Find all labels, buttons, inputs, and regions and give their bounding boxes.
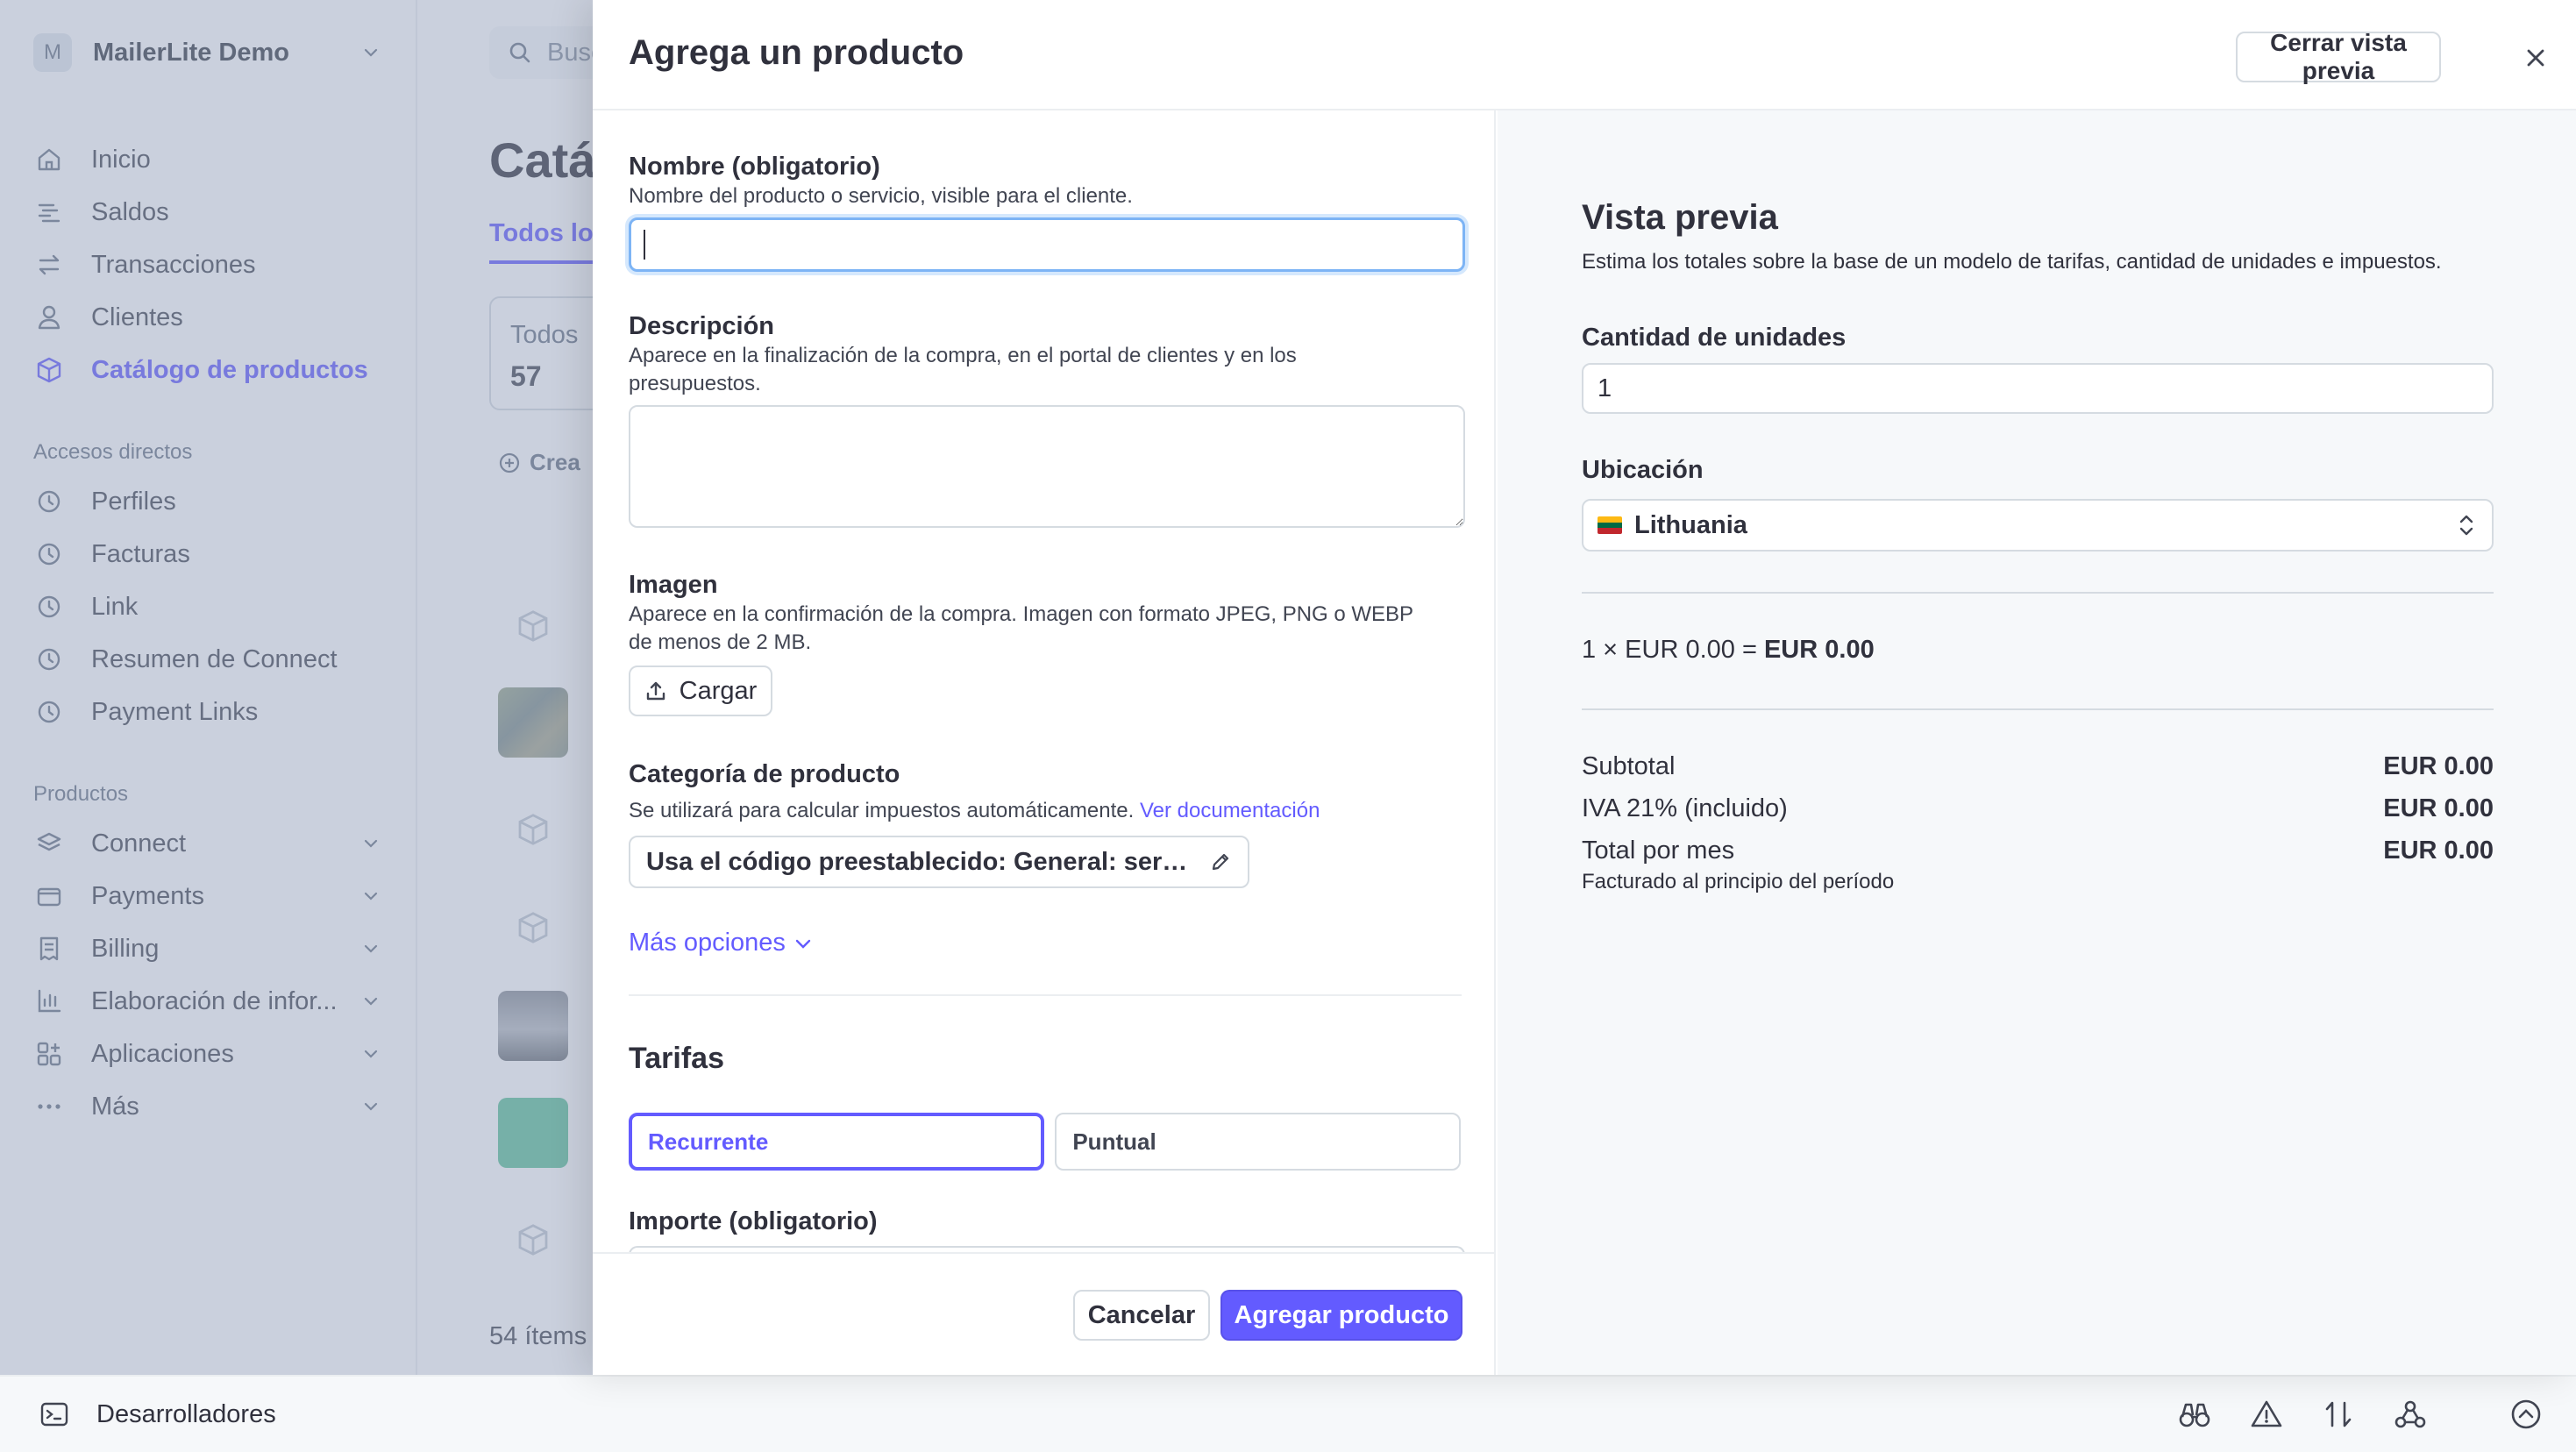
subtotal-row: Subtotal EUR 0.00	[1582, 745, 2494, 787]
image-help-line-2: de menos de 2 MB.	[629, 630, 812, 654]
billing-note: Facturado al principio del período	[1582, 870, 1895, 893]
drawer-title: Agrega un producto	[629, 33, 964, 72]
name-help: Nombre del producto o servicio, visible …	[629, 184, 1133, 208]
preview-panel: Vista previa Estima los totales sobre la…	[1498, 110, 2576, 1375]
tax-value: EUR 0.00	[2383, 794, 2494, 822]
cancel-button[interactable]: Cancelar	[1073, 1290, 1210, 1341]
totals-summary: Subtotal EUR 0.00 IVA 21% (incluido) EUR…	[1582, 745, 2494, 894]
chevron-up-down-icon	[2459, 515, 2473, 536]
amount-input[interactable]	[629, 1246, 1465, 1252]
total-row: Total por mes EUR 0.00	[1582, 829, 2494, 872]
warning-icon[interactable]	[2250, 1398, 2283, 1431]
upload-label: Cargar	[679, 676, 758, 705]
drawer-footer: Cancelar Agregar producto	[593, 1252, 1496, 1375]
section-divider	[629, 994, 1462, 996]
subtotal-label: Subtotal	[1582, 751, 1676, 780]
docs-link[interactable]: Ver documentación	[1140, 799, 1320, 822]
location-select[interactable]: Lithuania	[1582, 499, 2494, 552]
terminal-icon	[39, 1399, 70, 1430]
close-icon[interactable]	[2518, 40, 2553, 75]
product-form: Nombre (obligatorio) Nombre del producto…	[593, 110, 1496, 1252]
location-label: Ubicación	[1582, 456, 1704, 484]
category-label: Categoría de producto	[629, 760, 900, 788]
image-label: Imagen	[629, 571, 718, 599]
name-label: Nombre (obligatorio)	[629, 153, 880, 181]
devbar-tools	[2178, 1398, 2543, 1431]
total-label: Total por mes	[1582, 836, 1735, 865]
amount-label: Importe (obligatorio)	[629, 1207, 878, 1235]
preview-divider	[1582, 708, 2494, 710]
quantity-label: Cantidad de unidades	[1582, 324, 1847, 352]
more-options-label: Más opciones	[629, 929, 786, 957]
product-name-input[interactable]	[629, 217, 1465, 272]
pencil-icon	[1212, 853, 1229, 871]
preview-divider	[1582, 592, 2494, 594]
upload-icon	[646, 681, 665, 701]
developers-label[interactable]: Desarrolladores	[96, 1400, 2178, 1429]
quantity-input[interactable]	[1582, 363, 2494, 414]
calc-result: EUR 0.00	[1763, 636, 1875, 664]
location-value: Lithuania	[1634, 510, 1747, 539]
calc-expression: 1 × EUR 0.00 =	[1582, 636, 1764, 664]
image-help-line-1: Aparece en la confirmación de la compra.…	[629, 602, 1414, 626]
description-textarea[interactable]	[629, 405, 1465, 528]
unit-calculation: 1 × EUR 0.00 = EUR 0.00	[1582, 636, 2492, 665]
pricing-type-toggle: Recurrente Puntual	[629, 1113, 1461, 1171]
developers-bar: Desarrolladores	[0, 1375, 2576, 1452]
total-value: EUR 0.00	[2383, 836, 2494, 865]
pricing-option-one-time[interactable]: Puntual	[1055, 1113, 1461, 1171]
description-label: Descripción	[629, 312, 774, 340]
tax-row: IVA 21% (incluido) EUR 0.00	[1582, 787, 2494, 829]
description-help-line-1: Aparece en la finalización de la compra,…	[629, 344, 1297, 367]
description-help-line-2: presupuestos.	[629, 372, 761, 395]
text-caret	[644, 230, 645, 260]
close-preview-button[interactable]: Cerrar vista previa	[2236, 29, 2441, 84]
tax-category-value: Usa el código preestablecido: General: s…	[646, 847, 1199, 876]
webhook-icon[interactable]	[2394, 1398, 2427, 1431]
preview-subtitle: Estima los totales sobre la base de un m…	[1582, 250, 2442, 274]
add-product-button[interactable]: Agregar producto	[1220, 1290, 1462, 1341]
category-help-line: Se utilizará para calcular impuestos aut…	[629, 797, 1461, 825]
lithuania-flag-icon	[1598, 516, 1622, 534]
sort-arrows-icon[interactable]	[2322, 1398, 2355, 1431]
more-options-toggle[interactable]: Más opciones	[629, 929, 814, 957]
collapse-up-icon[interactable]	[2509, 1398, 2543, 1431]
tax-category-select[interactable]: Usa el código preestablecido: General: s…	[629, 836, 1249, 888]
drawer-header: Agrega un producto Cerrar vista previa	[593, 0, 2576, 110]
preview-title: Vista previa	[1582, 198, 1778, 237]
pricing-title: Tarifas	[629, 1042, 724, 1075]
pricing-option-recurring[interactable]: Recurrente	[629, 1113, 1045, 1171]
chevron-down-icon	[795, 939, 811, 949]
upload-button[interactable]: Cargar	[629, 666, 772, 716]
tax-label: IVA 21% (incluido)	[1582, 794, 1788, 822]
add-product-drawer: Agrega un producto Cerrar vista previa N…	[593, 0, 2576, 1375]
subtotal-value: EUR 0.00	[2383, 751, 2494, 780]
category-help: Se utilizará para calcular impuestos aut…	[629, 799, 1135, 822]
binoculars-icon[interactable]	[2178, 1398, 2211, 1431]
